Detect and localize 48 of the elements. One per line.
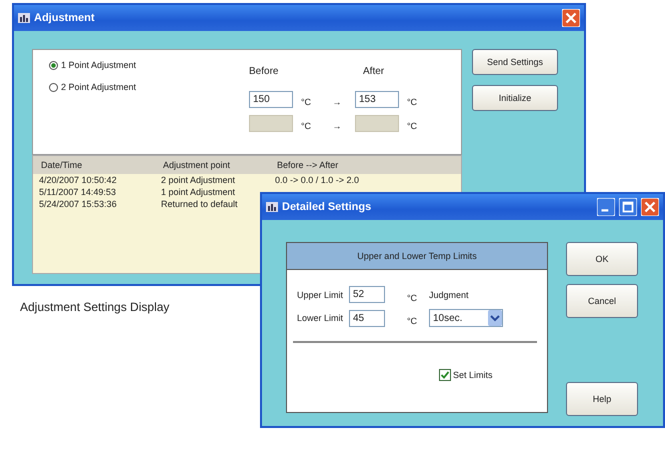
figure-caption: Adjustment Settings Display — [20, 300, 170, 314]
arrow-label: → — [332, 120, 342, 131]
after-field[interactable]: 153 — [355, 90, 399, 108]
upper-limit-field[interactable]: 52 — [349, 286, 385, 303]
list-cell: 4/20/2007 10:50:42 — [39, 175, 117, 185]
close-icon[interactable] — [641, 198, 659, 216]
list-cell: 1 point Adjustment — [161, 187, 236, 197]
checkbox-label: Set Limits — [453, 370, 493, 380]
lower-limit-label: Lower Limit — [297, 313, 344, 323]
list-cell: 2 point Adjustment — [161, 175, 236, 185]
radio-option[interactable]: 2 Point Adjustment — [49, 82, 209, 92]
unit-label: °C — [406, 120, 418, 131]
list-cell: 0.0 -> 0.0 / 1.0 -> 2.0 — [275, 175, 360, 185]
dialog-button[interactable]: Cancel — [566, 284, 638, 318]
dialog-button[interactable]: OK — [566, 242, 638, 276]
action-button[interactable]: Initialize — [472, 85, 558, 111]
before-label: Before — [249, 66, 280, 79]
before-field[interactable]: 150 — [249, 90, 293, 108]
unit-label: °C — [406, 292, 418, 302]
list-cell: 5/11/2007 14:49:53 — [39, 187, 116, 197]
judgment-label: Judgment — [429, 290, 470, 300]
list-cell: Returned to default — [161, 199, 238, 209]
set-limits-checkbox[interactable] — [439, 369, 451, 381]
group-title: Upper and Lower Temp Limits — [287, 243, 547, 270]
lower-limit-field[interactable]: 45 — [349, 310, 385, 326]
minimize-icon[interactable] — [597, 198, 615, 216]
close-icon[interactable] — [562, 9, 580, 27]
unit-label: °C — [300, 96, 312, 107]
window-title: Detailed Settings — [282, 201, 372, 213]
column-header: Adjustment point — [163, 160, 232, 170]
after-field[interactable] — [355, 114, 399, 132]
maximize-icon[interactable] — [619, 198, 637, 216]
dialog-button[interactable]: Help — [566, 382, 638, 416]
arrow-label: → — [332, 96, 342, 107]
column-header: Before --> After — [277, 160, 338, 170]
after-label: After — [363, 66, 384, 79]
app-icon — [266, 202, 278, 212]
unit-label: °C — [406, 96, 418, 107]
judgment-dropdown[interactable]: 10sec. — [429, 309, 503, 327]
upper-limit-label: Upper Limit — [297, 290, 344, 300]
unit-label: °C — [300, 120, 312, 131]
window-title: Adjustment — [34, 12, 94, 24]
app-icon — [18, 13, 30, 23]
action-button[interactable]: Send Settings — [472, 49, 558, 75]
unit-label: °C — [406, 315, 418, 326]
list-cell: 5/24/2007 15:53:36 — [39, 199, 117, 209]
column-header: Date/Time — [41, 160, 84, 170]
radio-option[interactable]: 1 Point Adjustment — [49, 60, 209, 70]
